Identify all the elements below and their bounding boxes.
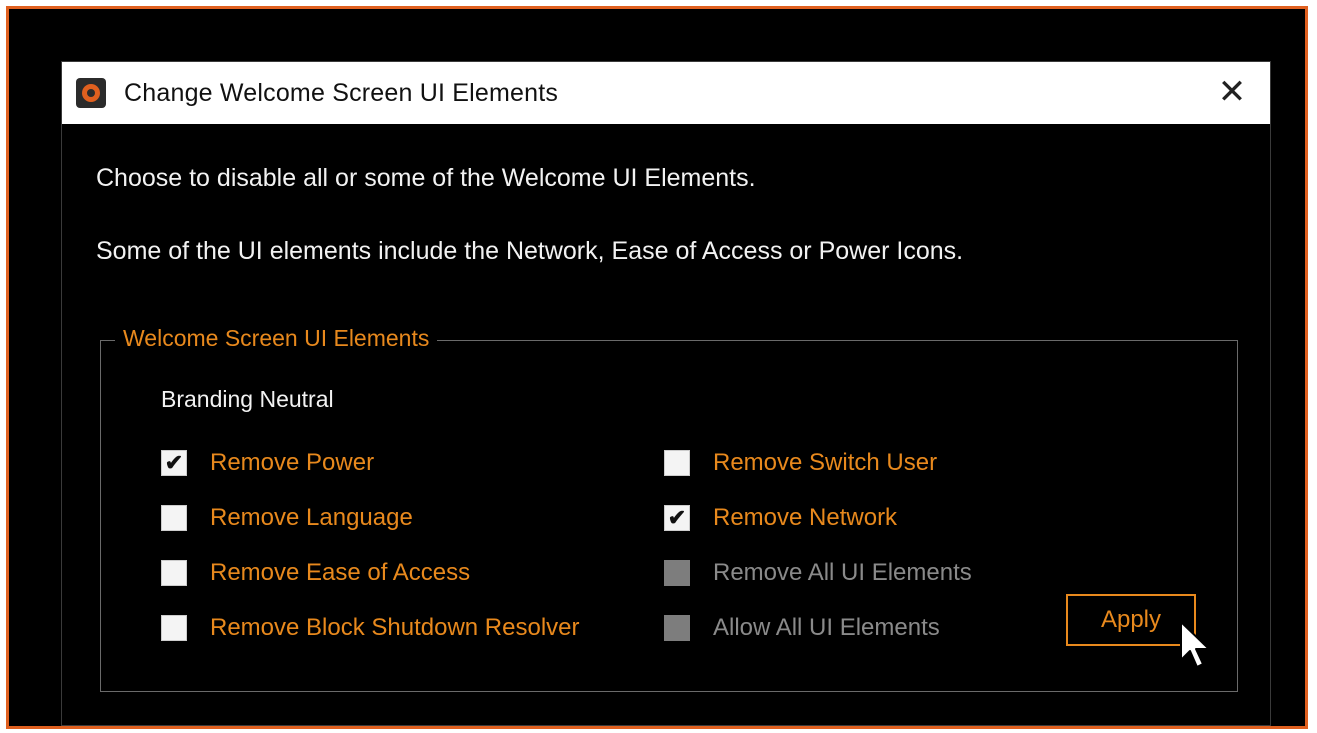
checkbox[interactable] xyxy=(664,450,690,476)
option-label: Allow All UI Elements xyxy=(713,614,940,641)
apply-button[interactable]: Apply xyxy=(1066,594,1196,646)
branding-neutral-label: Branding Neutral xyxy=(161,386,334,412)
mouse-cursor-icon xyxy=(1180,621,1210,668)
checkbox[interactable]: ✔ xyxy=(664,505,690,531)
checkbox[interactable] xyxy=(161,560,187,586)
option-label: Remove Network xyxy=(713,504,898,531)
option-label: Remove All UI Elements xyxy=(713,559,972,586)
description-line-2: Some of the UI elements include the Netw… xyxy=(96,237,964,265)
screenshot-frame: Change Welcome Screen UI Elements ✕ Choo… xyxy=(6,6,1308,729)
group-legend: Welcome Screen UI Elements xyxy=(115,325,438,352)
option-remove-all-ui-elements: Remove All UI Elements xyxy=(664,559,972,587)
dialog-window: Change Welcome Screen UI Elements ✕ Choo… xyxy=(61,61,1271,726)
option-allow-all-ui-elements: Allow All UI Elements xyxy=(664,614,940,642)
option-remove-language[interactable]: Remove Language xyxy=(161,504,413,532)
option-remove-switch-user[interactable]: Remove Switch User xyxy=(664,449,937,477)
checkbox xyxy=(664,615,690,641)
option-remove-network[interactable]: ✔ Remove Network xyxy=(664,504,897,532)
description-line-1: Choose to disable all or some of the Wel… xyxy=(96,164,756,192)
checkbox[interactable] xyxy=(161,615,187,641)
option-label: Remove Language xyxy=(210,504,413,531)
option-remove-block-shutdown-resolver[interactable]: Remove Block Shutdown Resolver xyxy=(161,614,580,642)
option-label: Remove Switch User xyxy=(713,449,938,476)
close-icon[interactable]: ✕ xyxy=(1212,72,1252,112)
title-bar[interactable]: Change Welcome Screen UI Elements ✕ xyxy=(62,62,1270,124)
checkbox[interactable]: ✔ xyxy=(161,450,187,476)
option-label: Remove Block Shutdown Resolver xyxy=(210,614,580,641)
checkbox xyxy=(664,560,690,586)
app-logo-icon xyxy=(76,78,106,108)
option-remove-ease-of-access[interactable]: Remove Ease of Access xyxy=(161,559,470,587)
option-label: Remove Power xyxy=(210,449,375,476)
option-remove-power[interactable]: ✔ Remove Power xyxy=(161,449,374,477)
checkbox[interactable] xyxy=(161,505,187,531)
window-title: Change Welcome Screen UI Elements xyxy=(124,78,559,107)
option-label: Remove Ease of Access xyxy=(210,559,471,586)
